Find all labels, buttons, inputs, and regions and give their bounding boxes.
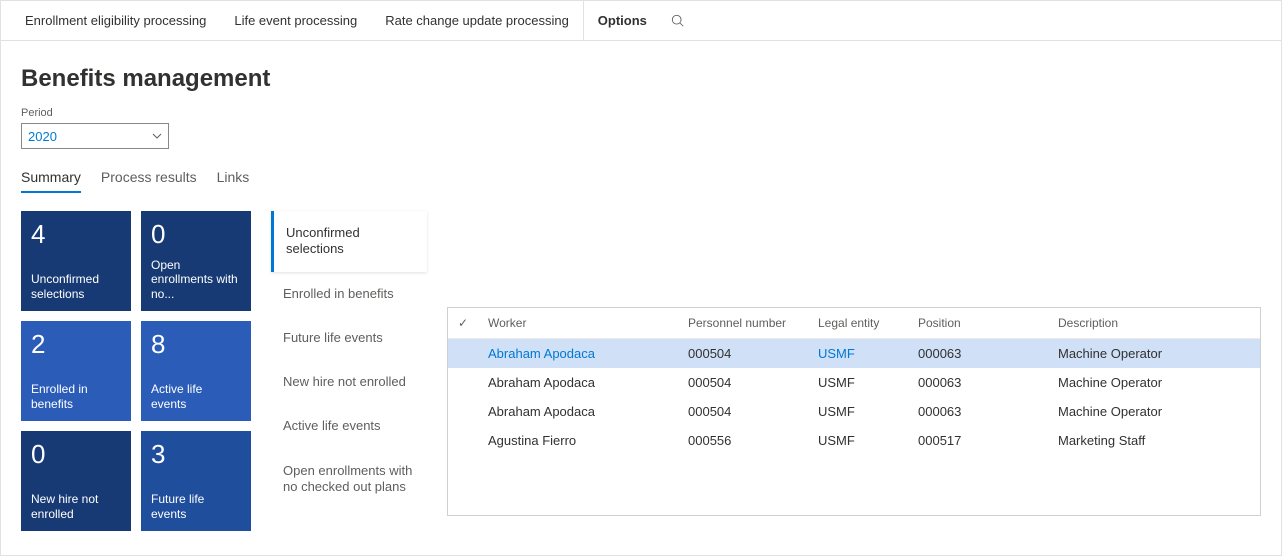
table-row[interactable]: Agustina Fierro000556USMF000517Marketing…: [448, 426, 1260, 455]
tile-count: 0: [31, 441, 121, 467]
column-header-description[interactable]: Description: [1048, 308, 1260, 339]
tile-count: 4: [31, 221, 121, 247]
period-label: Period: [21, 107, 1261, 119]
cell-personnel-number: 000504: [678, 339, 808, 368]
cell-position: 000517: [908, 426, 1048, 455]
listnav-future-life-events[interactable]: Future life events: [271, 316, 427, 360]
cell-description: Marketing Staff: [1048, 426, 1260, 455]
tile-unconfirmed-selections[interactable]: 4 Unconfirmed selections: [21, 211, 131, 311]
listnav-open-enrollments-no-checked[interactable]: Open enrollments with no checked out pla…: [271, 449, 427, 510]
cell-legal-entity[interactable]: USMF: [808, 426, 908, 455]
cell-position: 000063: [908, 339, 1048, 368]
row-select-cell[interactable]: [448, 339, 478, 368]
tab-summary[interactable]: Summary: [21, 169, 81, 193]
toolbar-item-enrollment-eligibility[interactable]: Enrollment eligibility processing: [11, 1, 220, 40]
period-value: 2020: [28, 129, 57, 144]
cell-position: 000063: [908, 397, 1048, 426]
table-row[interactable]: Abraham Apodaca000504USMF000063Machine O…: [448, 397, 1260, 426]
tile-label: Enrolled in benefits: [31, 382, 121, 411]
tile-count: 2: [31, 331, 121, 357]
toolbar-item-life-event[interactable]: Life event processing: [220, 1, 371, 40]
toolbar-search[interactable]: [661, 14, 695, 28]
tile-count: 0: [151, 221, 241, 247]
tile-label: New hire not enrolled: [31, 492, 121, 521]
tile-label: Future life events: [151, 492, 241, 521]
tab-links[interactable]: Links: [217, 169, 250, 193]
listnav-new-hire-not-enrolled[interactable]: New hire not enrolled: [271, 360, 427, 404]
tile-future-life-events[interactable]: 3 Future life events: [141, 431, 251, 531]
row-select-cell[interactable]: [448, 368, 478, 397]
column-header-legal-entity[interactable]: Legal entity: [808, 308, 908, 339]
cell-worker[interactable]: Abraham Apodaca: [478, 339, 678, 368]
cell-description: Machine Operator: [1048, 339, 1260, 368]
listnav-enrolled-in-benefits[interactable]: Enrolled in benefits: [271, 272, 427, 316]
cell-worker[interactable]: Abraham Apodaca: [478, 368, 678, 397]
tile-count: 8: [151, 331, 241, 357]
page-title: Benefits management: [21, 65, 1261, 93]
tile-active-life-events[interactable]: 8 Active life events: [141, 321, 251, 421]
toolbar: Enrollment eligibility processing Life e…: [1, 1, 1281, 41]
listnav-active-life-events[interactable]: Active life events: [271, 404, 427, 448]
cell-worker[interactable]: Agustina Fierro: [478, 426, 678, 455]
cell-personnel-number: 000504: [678, 368, 808, 397]
tab-process-results[interactable]: Process results: [101, 169, 197, 193]
worker-grid: ✓ Worker Personnel number Legal entity P…: [447, 307, 1261, 516]
column-header-personnel-number[interactable]: Personnel number: [678, 308, 808, 339]
column-header-worker[interactable]: Worker: [478, 308, 678, 339]
table-row[interactable]: Abraham Apodaca000504USMF000063Machine O…: [448, 368, 1260, 397]
tile-count: 3: [151, 441, 241, 467]
list-nav: Unconfirmed selections Enrolled in benef…: [271, 211, 427, 531]
table-row[interactable]: Abraham Apodaca000504USMF000063Machine O…: [448, 339, 1260, 368]
tile-enrolled-in-benefits[interactable]: 2 Enrolled in benefits: [21, 321, 131, 421]
toolbar-item-rate-change[interactable]: Rate change update processing: [371, 1, 583, 40]
period-select[interactable]: 2020: [21, 123, 169, 149]
cell-legal-entity[interactable]: USMF: [808, 397, 908, 426]
search-icon: [671, 14, 685, 28]
cell-description: Machine Operator: [1048, 397, 1260, 426]
column-header-position[interactable]: Position: [908, 308, 1048, 339]
cell-personnel-number: 000504: [678, 397, 808, 426]
tile-label: Active life events: [151, 382, 241, 411]
row-select-cell[interactable]: [448, 426, 478, 455]
cell-position: 000063: [908, 368, 1048, 397]
tile-open-enrollments[interactable]: 0 Open enrollments with no...: [141, 211, 251, 311]
check-icon: ✓: [458, 316, 468, 330]
cell-description: Machine Operator: [1048, 368, 1260, 397]
tile-new-hire-not-enrolled[interactable]: 0 New hire not enrolled: [21, 431, 131, 531]
column-header-select[interactable]: ✓: [448, 308, 478, 339]
row-select-cell[interactable]: [448, 397, 478, 426]
toolbar-options[interactable]: Options: [583, 1, 661, 40]
chevron-down-icon: [152, 131, 162, 141]
tile-label: Unconfirmed selections: [31, 272, 121, 301]
cell-legal-entity[interactable]: USMF: [808, 339, 908, 368]
tabs: Summary Process results Links: [21, 169, 1261, 193]
tile-label: Open enrollments with no...: [151, 258, 241, 301]
cell-legal-entity[interactable]: USMF: [808, 368, 908, 397]
cell-worker[interactable]: Abraham Apodaca: [478, 397, 678, 426]
cell-personnel-number: 000556: [678, 426, 808, 455]
listnav-unconfirmed-selections[interactable]: Unconfirmed selections: [271, 211, 427, 272]
tiles: 4 Unconfirmed selections 0 Open enrollme…: [21, 211, 251, 531]
